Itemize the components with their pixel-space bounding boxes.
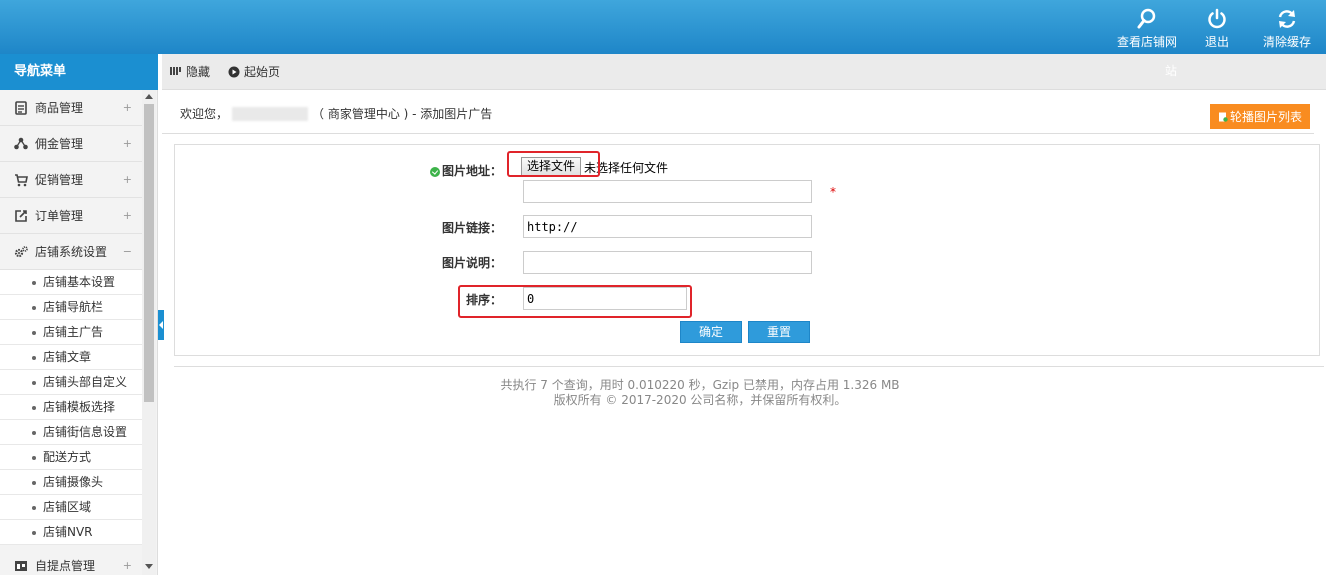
play-circle-icon [228, 66, 240, 77]
sub-label: 店铺头部自定义 [43, 375, 128, 389]
clear-cache-label: 清除缓存 [1262, 35, 1311, 49]
home-label: 起始页 [244, 65, 281, 79]
sub-shop-camera[interactable]: 店铺摄像头 [0, 470, 142, 495]
power-icon [1208, 8, 1226, 29]
expand-icon: + [122, 101, 132, 114]
sub-label: 配送方式 [43, 450, 92, 464]
header-overflow-text: 站 [1165, 64, 1178, 78]
commission-icon [14, 137, 28, 151]
sub-label: 店铺导航栏 [43, 300, 104, 314]
header-actions: 查看店铺网 退出 清除缓存 [1108, 0, 1326, 54]
menu-label: 自提点管理 [35, 559, 96, 573]
collapse-icon: − [122, 245, 132, 258]
carousel-list-label: 轮播图片列表 [1229, 110, 1302, 124]
hide-sidebar-button[interactable]: 隐藏 [170, 63, 210, 80]
logout-button[interactable]: 退出 [1186, 0, 1248, 54]
nav-menu-title: 导航菜单 [0, 54, 158, 90]
menu-promotion-management[interactable]: 促销管理 + [0, 162, 142, 198]
scroll-thumb[interactable] [144, 104, 154, 402]
menu-shop-system-settings[interactable]: 店铺系统设置 − [0, 234, 142, 270]
sub-shipping-methods[interactable]: 配送方式 [0, 445, 142, 470]
view-shop-label: 查看店铺网 [1116, 35, 1177, 49]
sidebar-scrollbar[interactable] [142, 90, 156, 575]
pickup-icon [14, 559, 28, 573]
cart-icon [14, 173, 28, 187]
reset-button[interactable]: 重置 [748, 321, 810, 343]
image-desc-label: 图片说明： [441, 256, 502, 270]
highlight-box-file [507, 151, 600, 177]
sub-label: 店铺NVR [43, 525, 93, 539]
content-divider [174, 366, 1324, 367]
scroll-up-arrow-icon[interactable] [145, 94, 153, 99]
footer-stats: 共执行 7 个查询，用时 0.010220 秒，Gzip 已禁用，内存占用 1.… [500, 378, 900, 392]
hide-label: 隐藏 [186, 65, 211, 79]
home-page-button[interactable]: 起始页 [228, 63, 280, 80]
menu-label: 订单管理 [35, 209, 84, 223]
page-footer: 共执行 7 个查询，用时 0.010220 秒，Gzip 已禁用，内存占用 1.… [162, 378, 1238, 408]
sub-label: 店铺街信息设置 [43, 425, 128, 439]
menu-commission-management[interactable]: 佣金管理 + [0, 126, 142, 162]
welcome-text: 欢迎您， （ 商家管理中心 ) - 添加图片广告 [180, 105, 492, 122]
sub-shop-template[interactable]: 店铺模板选择 [0, 395, 142, 420]
sub-shop-navbar[interactable]: 店铺导航栏 [0, 295, 142, 320]
menu-label: 佣金管理 [35, 137, 84, 151]
settings-icon [14, 245, 28, 259]
view-shop-button[interactable]: 查看店铺网 [1108, 0, 1186, 54]
refresh-icon [1278, 10, 1296, 28]
sub-shop-main-ad[interactable]: 店铺主广告 [0, 320, 142, 345]
confirm-button[interactable]: 确定 [680, 321, 742, 343]
expand-icon: + [122, 137, 132, 150]
clear-cache-button[interactable]: 清除缓存 [1248, 0, 1326, 54]
required-mark: * [830, 185, 836, 199]
list-doc-icon [1218, 112, 1228, 122]
add-image-ad-form: 图片地址： 选择文件 未选择任何文件 * 图片链接： 图片说明： 排序： 确定 … [174, 144, 1320, 356]
sub-label: 店铺模板选择 [43, 400, 116, 414]
welcome-suffix: （ 商家管理中心 ) - 添加图片广告 [312, 107, 493, 121]
sub-shop-articles[interactable]: 店铺文章 [0, 345, 142, 370]
sub-label: 店铺摄像头 [43, 475, 104, 489]
sub-label: 店铺基本设置 [43, 275, 116, 289]
product-icon [14, 100, 28, 115]
image-address-label: 图片地址： [427, 162, 502, 179]
image-desc-input[interactable] [523, 251, 812, 274]
search-icon [1137, 8, 1156, 29]
top-toolbar: 隐藏 起始页 站 [162, 54, 1326, 90]
top-header: 查看店铺网 退出 清除缓存 [0, 0, 1326, 54]
sub-label: 店铺区域 [43, 500, 92, 514]
order-icon [14, 209, 28, 223]
sub-shop-basic-settings[interactable]: 店铺基本设置 [0, 270, 142, 295]
image-link-input[interactable] [523, 215, 812, 238]
logout-label: 退出 [1204, 35, 1229, 49]
footer-copyright: 版权所有 © 2017-2020 公司名称，并保留所有权利。 [553, 393, 847, 407]
redacted-username [232, 106, 309, 121]
sub-label: 店铺文章 [43, 350, 92, 364]
expand-icon: + [122, 559, 132, 572]
sub-label: 店铺主广告 [43, 325, 104, 339]
menu-label: 商品管理 [35, 101, 84, 115]
expand-icon: + [122, 209, 132, 222]
menu-label: 促销管理 [35, 173, 84, 187]
welcome-row: 欢迎您， （ 商家管理中心 ) - 添加图片广告 轮播图片列表 [162, 90, 1314, 134]
menu-pickup-point-management[interactable]: 自提点管理 + [0, 548, 142, 575]
menu-order-management[interactable]: 订单管理 + [0, 198, 142, 234]
image-address-input[interactable] [523, 180, 812, 203]
expand-icon: + [122, 173, 132, 186]
check-circle-icon [429, 166, 440, 177]
sub-shop-region[interactable]: 店铺区域 [0, 495, 142, 520]
menu-label: 店铺系统设置 [35, 245, 108, 259]
main-content: 欢迎您， （ 商家管理中心 ) - 添加图片广告 轮播图片列表 图片地址： 选择… [162, 90, 1326, 575]
menu-product-management[interactable]: 商品管理 + [0, 90, 142, 126]
carousel-list-button[interactable]: 轮播图片列表 [1210, 104, 1310, 129]
sub-shop-header-custom[interactable]: 店铺头部自定义 [0, 370, 142, 395]
welcome-prefix: 欢迎您， [180, 107, 229, 121]
highlight-box-sort [458, 285, 692, 318]
sub-shop-street-info[interactable]: 店铺街信息设置 [0, 420, 142, 445]
sidebar: 商品管理 + 佣金管理 + 促销管理 + 订单管理 + 店铺系统设置 − 店铺基… [0, 90, 158, 575]
scroll-down-arrow-icon[interactable] [145, 564, 153, 569]
hide-icon [170, 66, 181, 75]
image-link-label: 图片链接： [441, 221, 502, 235]
sub-shop-nvr[interactable]: 店铺NVR [0, 520, 142, 545]
